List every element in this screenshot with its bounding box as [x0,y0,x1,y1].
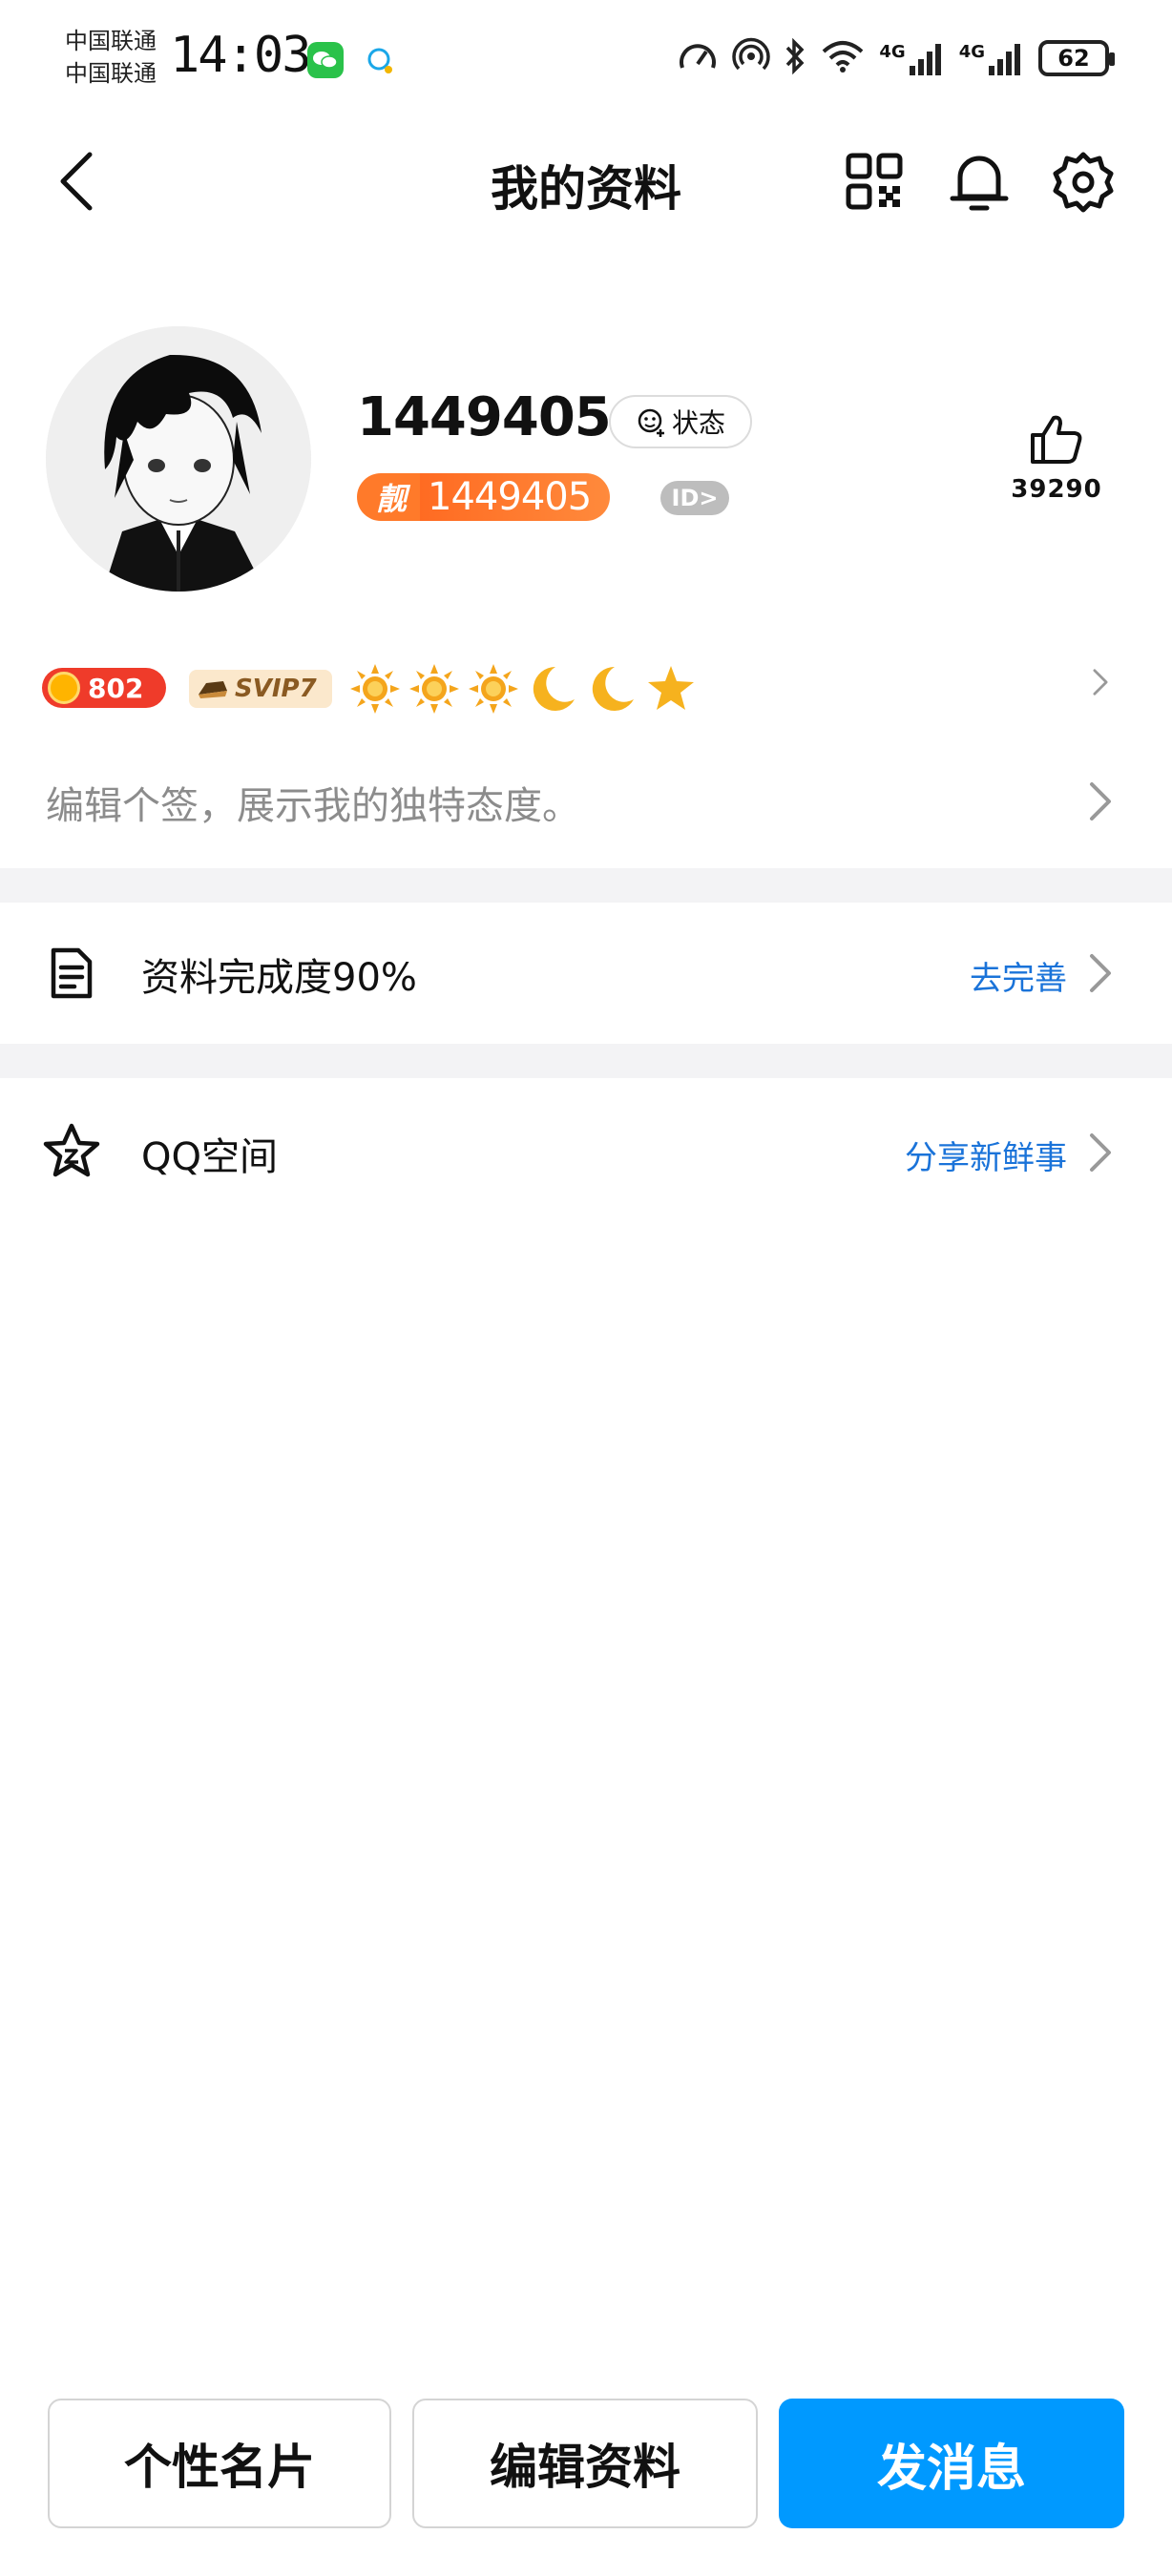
signal-1-icon: 4G [879,41,945,75]
avatar[interactable] [46,326,311,592]
svip-label: SVIP7 [235,675,317,703]
profile-card-button[interactable]: 个性名片 [48,2399,391,2528]
gear-icon [1053,152,1114,213]
send-message-button[interactable]: 发消息 [779,2399,1124,2528]
network-1-label: 4G [879,42,906,62]
coin-icon [48,672,80,704]
hotspot-icon [732,37,771,79]
pretty-qq-number[interactable]: 靓 1449405 [357,473,611,521]
signature-row-button[interactable] [1086,780,1115,826]
level-icons[interactable] [349,662,697,716]
wifi-icon [820,38,866,78]
qq-number: 1449405 [420,473,611,521]
likes-button[interactable]: 39290 [1006,412,1107,504]
chevron-right-icon [1090,1133,1111,1172]
profile-completion-row[interactable]: 资料完成度90% 去完善 [0,903,1172,1044]
status-icons: 4G 4G 62 [677,29,1115,88]
qzone-label: QQ空间 [141,1135,278,1179]
qr-code-icon [846,153,903,210]
qzone-row[interactable]: QQ空间 分享新鲜事 [0,1078,1172,1221]
star-icon [648,666,694,710]
chevron-right-icon [1090,782,1111,821]
settings-button[interactable] [1052,151,1115,218]
avatar-illustration [46,326,311,592]
network-2-label: 4G [958,42,985,62]
pretty-number-tag: 靓 [357,473,421,521]
id-badge[interactable]: ID> [660,481,729,515]
moon-icon [533,666,575,711]
complete-profile-link[interactable]: 去完善 [970,952,1067,999]
carrier-2: 中国联通 [65,60,157,87]
moon-icon [592,666,634,711]
edit-profile-button[interactable]: 编辑资料 [412,2399,758,2528]
wechat-icon [307,42,344,78]
signature-placeholder[interactable]: 编辑个签，展示我的独特态度。 [46,775,580,830]
sun-icon [409,664,459,714]
badges-row-button[interactable] [1086,668,1115,700]
likes-count: 39290 [1011,475,1102,504]
profile-completion-label: 资料完成度90% [141,956,417,1000]
speedometer-icon [677,37,719,79]
thumbs-up-icon [1031,415,1082,464]
share-news-link[interactable]: 分享新鲜事 [905,1132,1067,1178]
status-smile-icon [638,408,664,437]
chevron-right-icon [1093,669,1108,696]
sun-icon [350,664,400,714]
svip-badge[interactable]: SVIP7 [189,670,332,708]
sun-icon [469,664,518,714]
carrier-1: 中国联通 [65,28,157,54]
chevron-right-icon [1090,954,1111,992]
qr-code-button[interactable] [846,153,903,214]
nickname: 1449405 [357,386,612,448]
carrier-info: 中国联通 中国联通 [65,25,157,90]
document-icon [51,947,93,999]
battery-icon: 62 [1038,40,1115,76]
svip-hat-icon [199,681,227,698]
section-divider [0,868,1172,903]
status-label: 状态 [671,407,725,439]
section-divider [0,1044,1172,1078]
battery-level: 62 [1057,45,1090,72]
bluetooth-icon [784,37,806,79]
coin-badge[interactable]: 802 [42,668,166,708]
signal-2-icon: 4G [959,41,1025,75]
qzone-star-icon [43,1123,100,1177]
bell-icon [950,156,1009,211]
status-button[interactable]: 状态 [609,395,752,448]
status-time: 14:03 [170,27,312,84]
coin-value: 802 [88,672,144,704]
notifications-button[interactable] [949,149,1010,218]
chat-notification-icon [363,44,397,82]
